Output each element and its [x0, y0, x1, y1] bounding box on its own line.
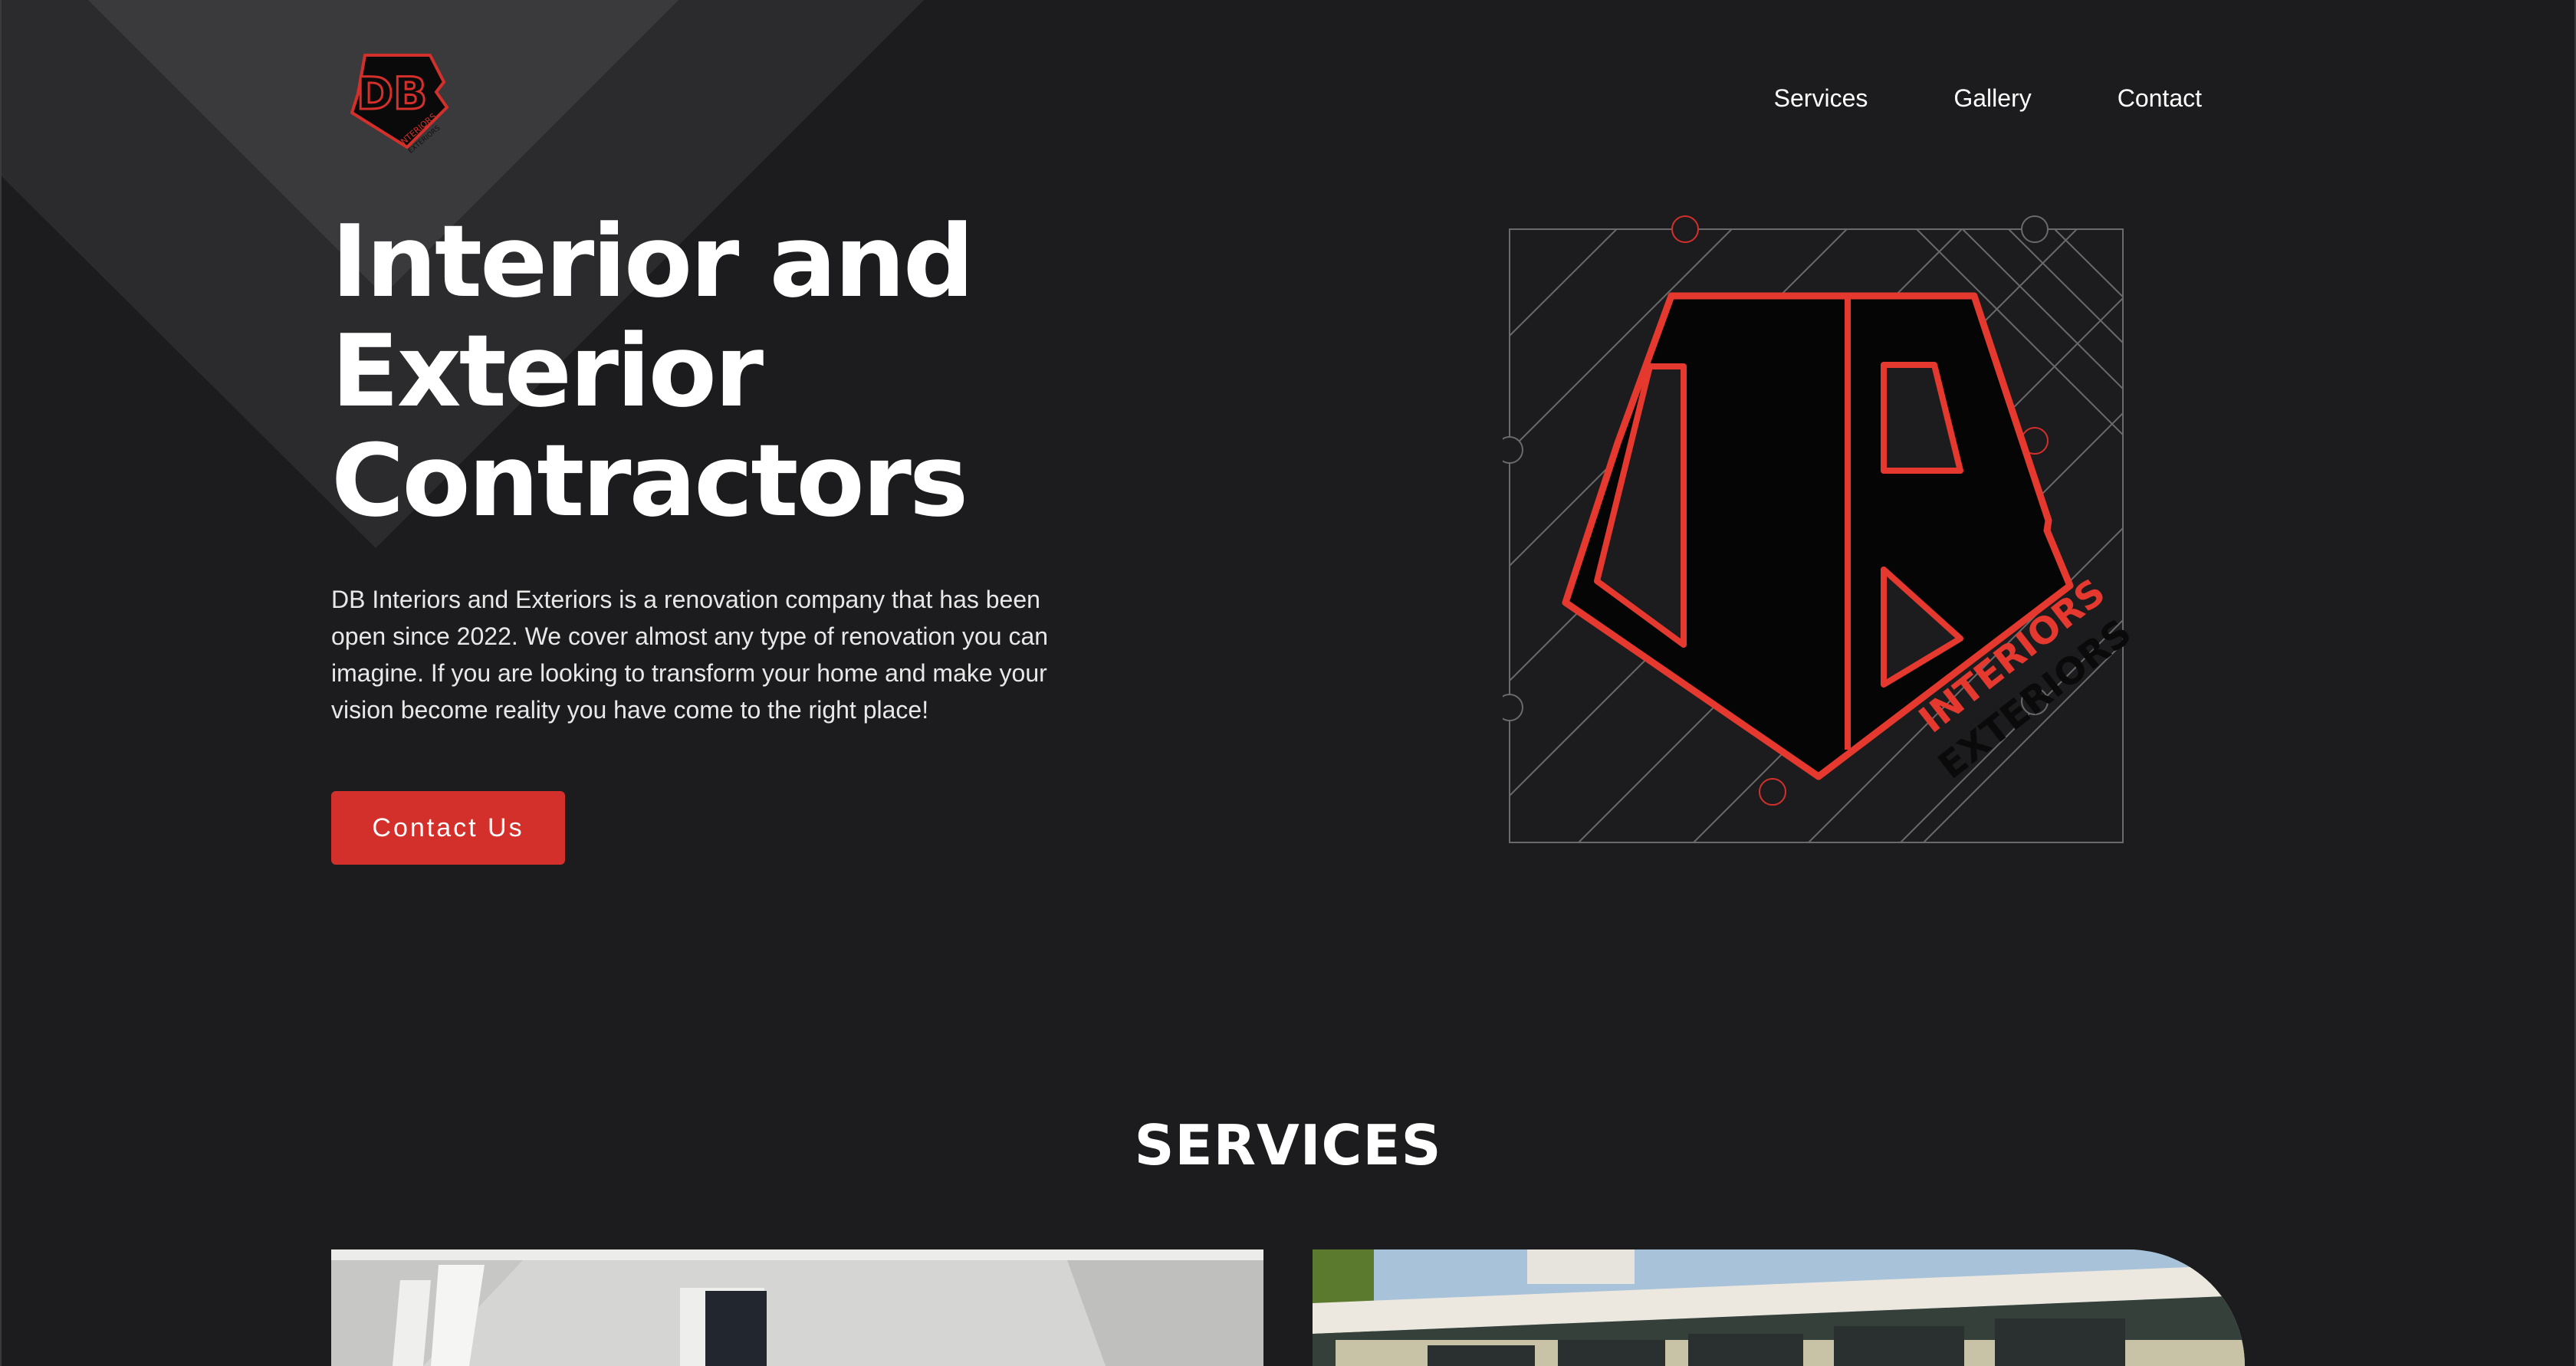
services-heading: SERVICES: [1134, 1113, 1442, 1177]
service-card-exterior[interactable]: [1313, 1249, 2245, 1366]
nav-link-gallery[interactable]: Gallery: [1953, 84, 2031, 113]
nav-link-services[interactable]: Services: [1774, 84, 1868, 113]
nav-link-contact[interactable]: Contact: [2118, 84, 2202, 113]
logo-monogram: DB: [356, 67, 427, 120]
contact-us-button[interactable]: Contact Us: [331, 791, 565, 865]
hero-title: Interior and Exterior Contractors: [331, 207, 1098, 536]
service-card-interior[interactable]: [331, 1249, 1263, 1366]
interior-room-photo-icon: [331, 1249, 1263, 1366]
house-exterior-photo-icon: [1313, 1249, 2245, 1366]
hero-logo-graphic: INTERIORS EXTERIORS: [1503, 215, 2140, 843]
hero-description: DB Interiors and Exteriors is a renovati…: [331, 586, 1049, 724]
hero-title-line3: Contractors: [331, 422, 968, 539]
main-navigation: Services Gallery Contact: [1774, 84, 2202, 113]
header-logo[interactable]: DB INTERIORS EXTERIORS: [345, 48, 454, 155]
hero-title-line1: Interior and: [331, 203, 974, 320]
hero-title-line2: Exterior: [331, 313, 764, 429]
